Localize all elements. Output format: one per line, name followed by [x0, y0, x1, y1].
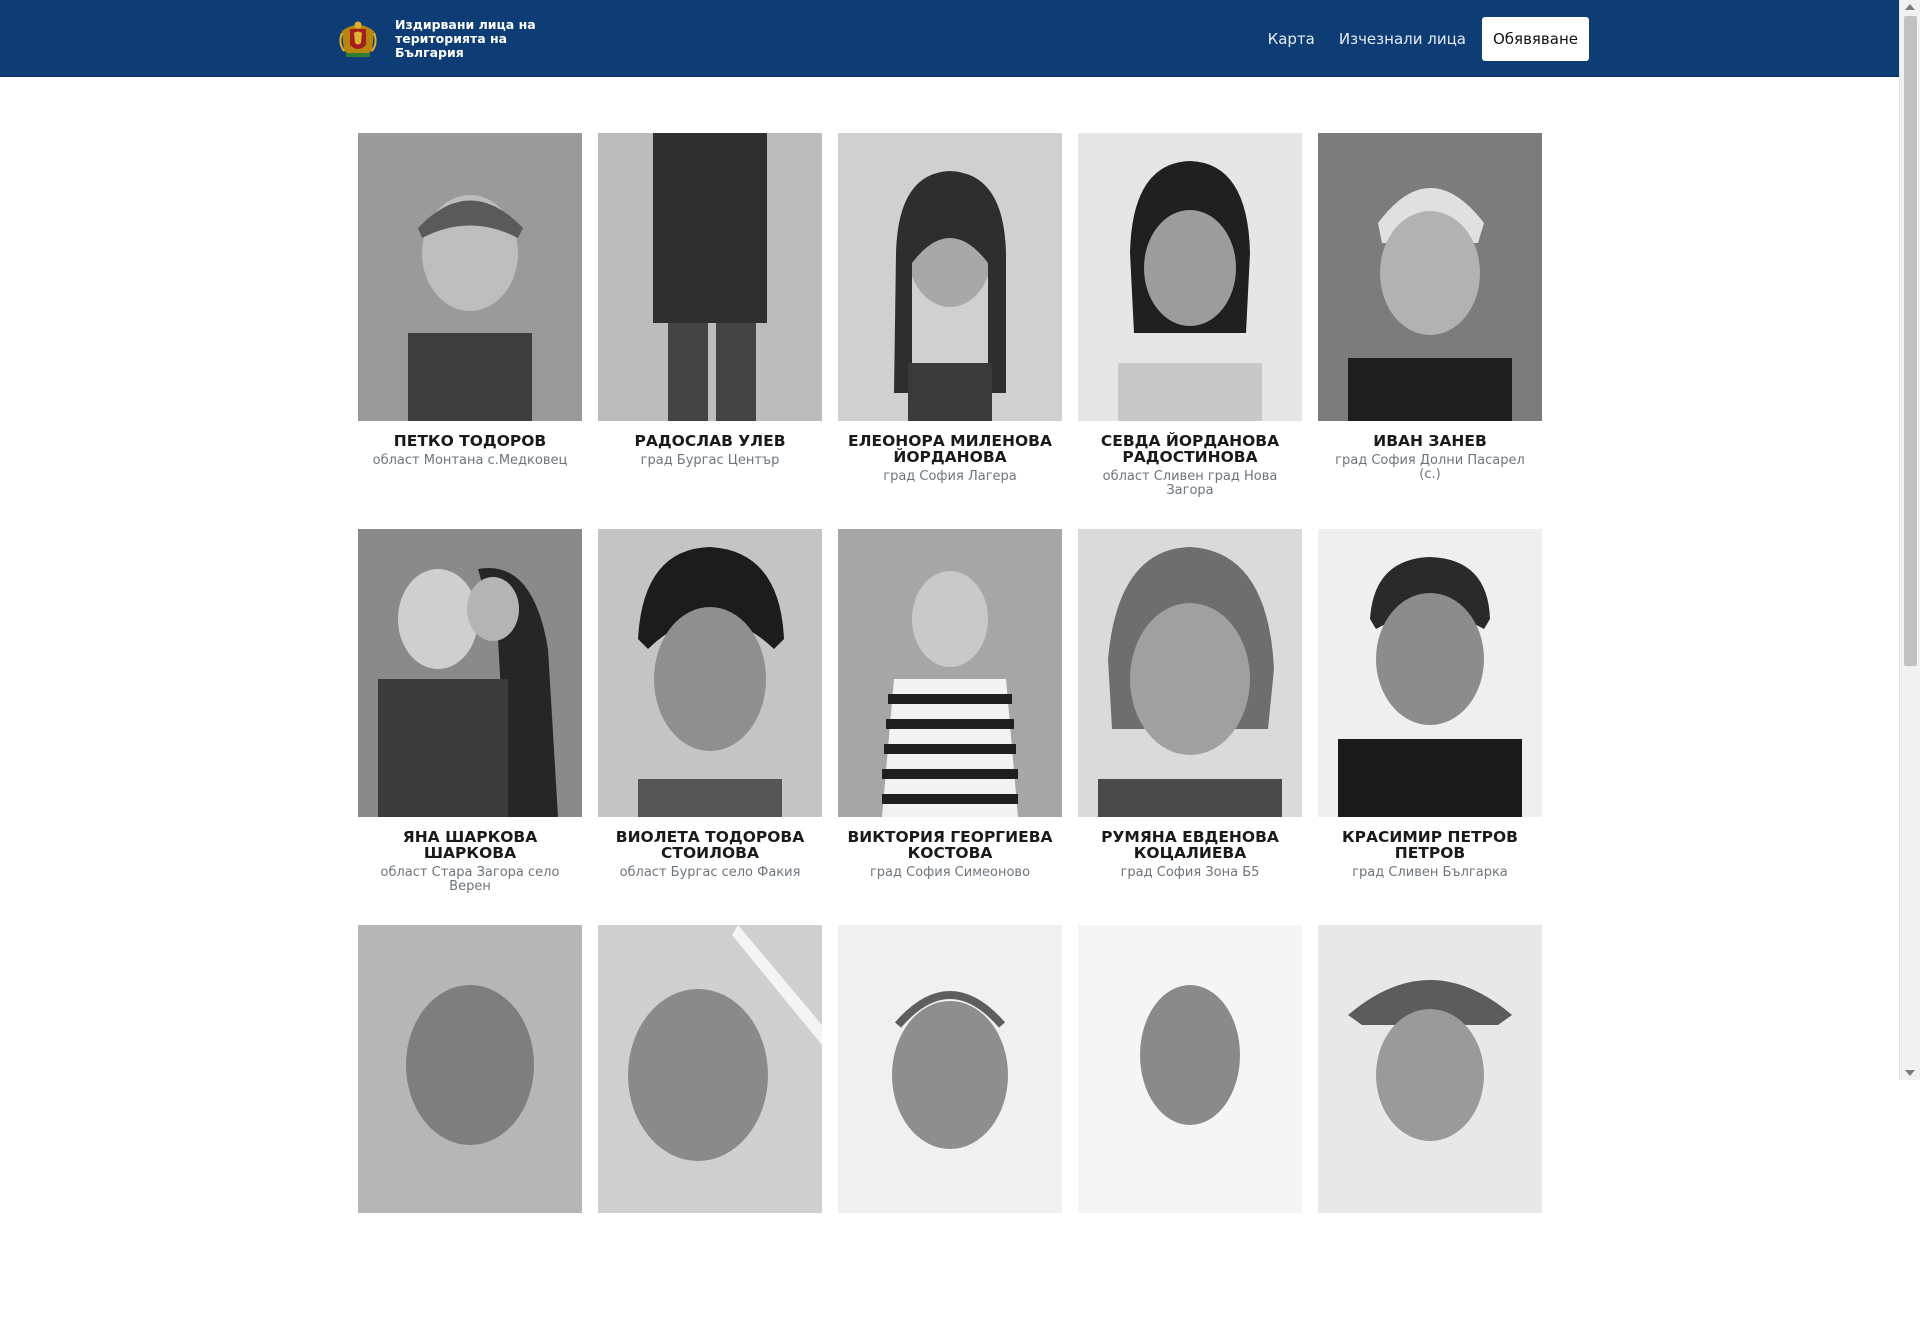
- person-name: СЕВДА ЙОРДАНОВА РАДОСТИНОВА: [1100, 432, 1280, 466]
- person-photo: [838, 133, 1062, 421]
- person-name: ПЕТКО ТОДОРОВ: [393, 432, 547, 450]
- person-photo: [1078, 925, 1302, 1213]
- person-location: област Сливен град Нова Загора: [1102, 469, 1278, 498]
- person-photo: [598, 925, 822, 1213]
- person-name: ВИОЛЕТА ТОДОРОВА СТОИЛОВА: [615, 828, 805, 862]
- coat-of-arms-icon: [339, 21, 377, 57]
- person-photo: [358, 529, 582, 817]
- person-photo: [1318, 133, 1542, 421]
- scrollbar-thumb[interactable]: [1904, 16, 1917, 666]
- person-name: РУМЯНА ЕВДЕНОВА КОЦАЛИЕВА: [1101, 828, 1279, 862]
- person-card[interactable]: [358, 925, 582, 1321]
- person-photo: [1078, 529, 1302, 817]
- person-photo: [1078, 133, 1302, 421]
- person-name: КРАСИМИР ПЕТРОВ ПЕТРОВ: [1341, 828, 1518, 862]
- nav-missing-persons-link[interactable]: Изчезнали лица: [1339, 30, 1466, 48]
- person-location: град Бургас Център: [640, 453, 780, 468]
- announce-button[interactable]: Обявяване: [1481, 17, 1589, 61]
- person-location: област Стара Загора село Верен: [380, 865, 560, 894]
- person-card[interactable]: ЯНА ШАРКОВА ШАРКОВА област Стара Загора …: [358, 529, 582, 925]
- person-card[interactable]: [1078, 925, 1302, 1321]
- person-card[interactable]: РУМЯНА ЕВДЕНОВА КОЦАЛИЕВА град София Зон…: [1078, 529, 1302, 925]
- persons-grid: ПЕТКО ТОДОРОВ област Монтана с.Медковец …: [358, 133, 1542, 1321]
- person-card[interactable]: ВИКТОРИЯ ГЕОРГИЕВА КОСТОВА град София Си…: [838, 529, 1062, 925]
- person-card[interactable]: СЕВДА ЙОРДАНОВА РАДОСТИНОВА област Сливе…: [1078, 133, 1302, 529]
- person-card[interactable]: [598, 925, 822, 1321]
- person-photo: [358, 925, 582, 1213]
- person-card[interactable]: ВИОЛЕТА ТОДОРОВА СТОИЛОВА област Бургас …: [598, 529, 822, 925]
- main-nav: Карта Изчезнали лица Обявяване: [1244, 17, 1589, 61]
- person-location: град Сливен Българка: [1352, 865, 1508, 880]
- person-name: ЕЛЕОНОРА МИЛЕНОВА ЙОРДАНОВА: [848, 432, 1052, 466]
- scroll-up-arrow-icon[interactable]: [1905, 4, 1915, 10]
- person-card[interactable]: ПЕТКО ТОДОРОВ област Монтана с.Медковец: [358, 133, 582, 529]
- person-location: област Монтана с.Медковец: [372, 453, 568, 468]
- person-location: област Бургас село Факия: [619, 865, 801, 880]
- person-photo: [1318, 529, 1542, 817]
- person-location: град София Симеоново: [869, 865, 1031, 880]
- person-photo: [598, 133, 822, 421]
- person-name: ВИКТОРИЯ ГЕОРГИЕВА КОСТОВА: [847, 828, 1053, 862]
- person-card[interactable]: ИВАН ЗАНЕВ град София Долни Пасарел (с.): [1318, 133, 1542, 529]
- person-name: ЯНА ШАРКОВА ШАРКОВА: [402, 828, 538, 862]
- brand-home-link[interactable]: Издирвани лица на територията на Българи…: [336, 17, 545, 61]
- person-card[interactable]: РАДОСЛАВ УЛЕВ град Бургас Център: [598, 133, 822, 529]
- person-name: ИВАН ЗАНЕВ: [1373, 432, 1487, 450]
- person-photo: [838, 925, 1062, 1213]
- person-photo: [598, 529, 822, 817]
- person-card[interactable]: [1318, 925, 1542, 1321]
- person-photo: [838, 529, 1062, 817]
- site-title: Издирвани лица на територията на Българи…: [395, 17, 536, 60]
- nav-map-link[interactable]: Карта: [1268, 30, 1315, 48]
- person-location: град София Лагера: [883, 469, 1017, 484]
- vertical-scrollbar[interactable]: [1899, 0, 1920, 1080]
- person-card[interactable]: КРАСИМИР ПЕТРОВ ПЕТРОВ град Сливен Бълга…: [1318, 529, 1542, 925]
- person-card[interactable]: [838, 925, 1062, 1321]
- scroll-down-arrow-icon[interactable]: [1905, 1070, 1915, 1076]
- person-location: град София Зона Б5: [1120, 865, 1260, 880]
- person-photo: [358, 133, 582, 421]
- person-location: град София Долни Пасарел (с.): [1335, 453, 1525, 482]
- person-photo: [1318, 925, 1542, 1213]
- top-navbar: Издирвани лица на територията на Българи…: [0, 0, 1899, 77]
- person-card[interactable]: ЕЛЕОНОРА МИЛЕНОВА ЙОРДАНОВА град София Л…: [838, 133, 1062, 529]
- person-name: РАДОСЛАВ УЛЕВ: [634, 432, 786, 450]
